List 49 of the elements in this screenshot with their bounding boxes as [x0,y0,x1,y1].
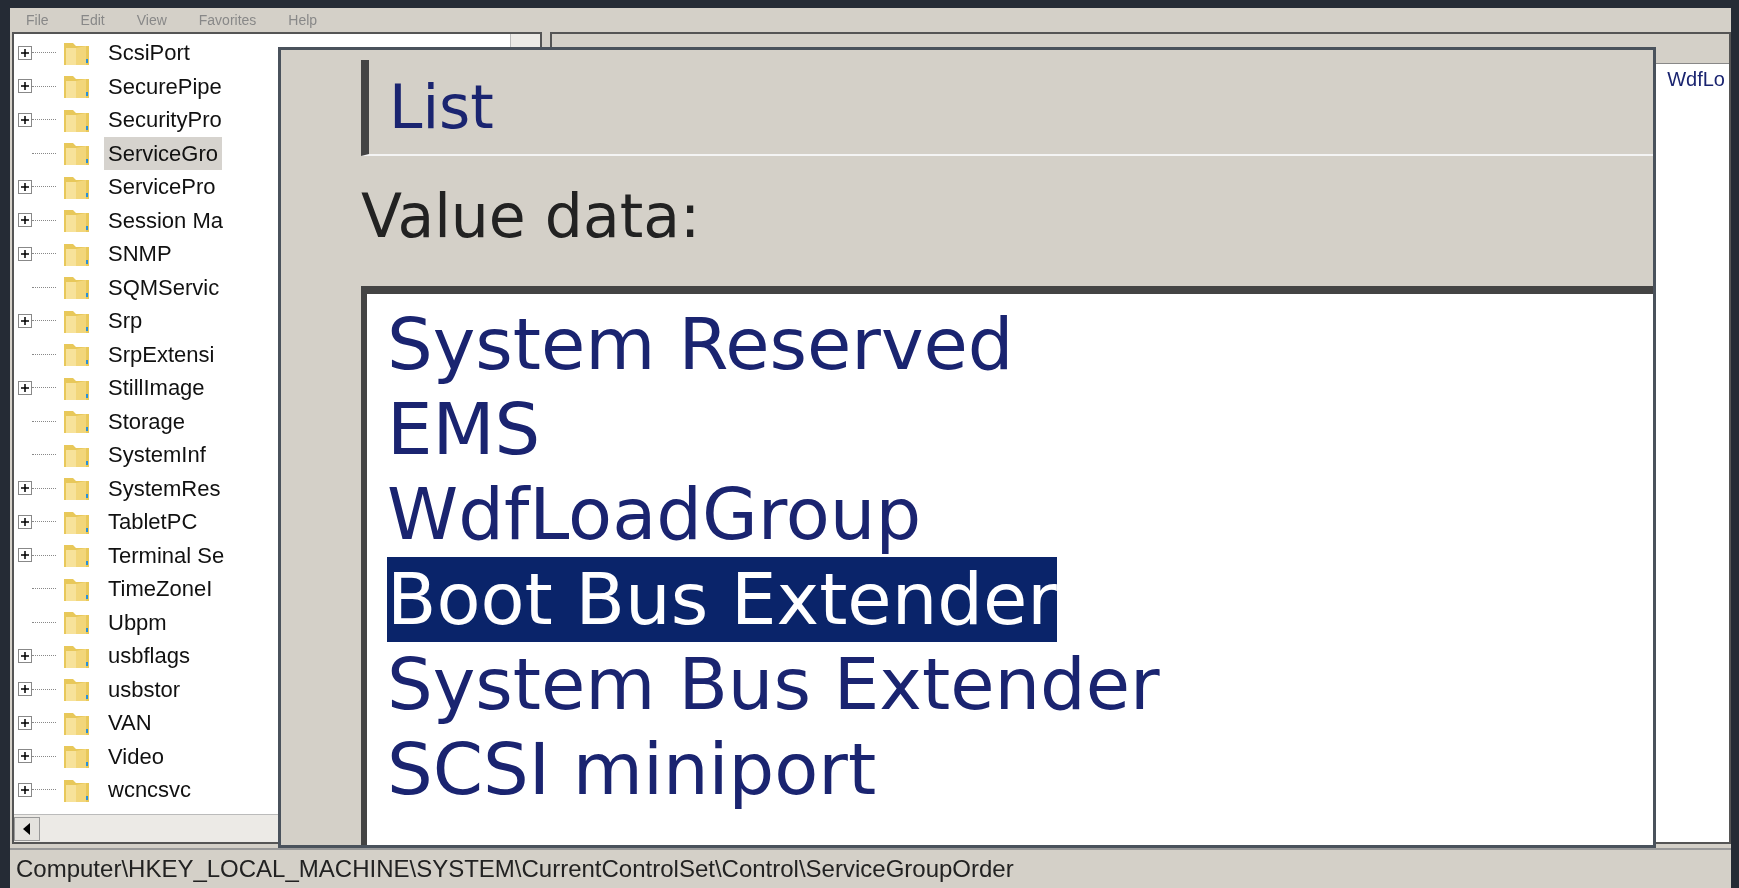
value-data-line: WdfLoadGroup [387,472,922,557]
expand-icon[interactable] [18,682,32,697]
tree-item-label: SecurePipe [107,72,223,101]
value-data-field[interactable]: System Reserved EMS WdfLoadGroup Boot Bus Extender System Bus Extender SCSI miniport [361,286,1653,845]
tree-item-label: Srp [107,307,144,336]
tree-item-label: Video [107,742,165,771]
tree-item-label: SQMServic [107,273,221,302]
expand-icon[interactable] [18,246,32,261]
expand-icon[interactable] [18,514,32,529]
value-data-line: System Reserved [387,302,1014,387]
tree-item-label: SNMP [107,240,173,269]
tree-item-label: ScsiPort [107,39,191,68]
value-data-line: System Bus Extender [387,642,1160,727]
tree-item-label: ServiceGro [104,136,223,170]
expand-icon[interactable] [18,715,32,730]
expand-icon[interactable] [18,481,32,496]
tree-item-label: Session Ma [107,206,224,235]
scroll-left-icon[interactable] [14,816,40,841]
tree-item-label: wcncsvc [107,776,193,805]
expand-icon[interactable] [18,79,32,94]
table-cell-text: WdfLo [1667,67,1725,92]
tree-item-label: ServicePro [107,173,217,202]
expand-icon[interactable] [18,45,32,60]
tree-item-label: SecurityPro [107,106,223,135]
tree-item-label: TimeZoneI [107,575,214,604]
value-name-field[interactable]: List [361,60,1653,156]
tree-item-label: Storage [107,407,187,436]
tree-item-label: VAN [107,709,153,738]
expand-icon[interactable] [18,749,32,764]
tree-item-label: SrpExtensi [107,340,216,369]
expand-icon[interactable] [18,782,32,797]
tree-item-label: TabletPC [107,508,199,537]
expand-icon[interactable] [18,179,32,194]
tree-item-label: SystemRes [107,474,222,503]
expand-icon[interactable] [18,313,32,328]
expand-icon[interactable] [18,380,32,395]
expand-icon[interactable] [18,648,32,663]
expand-icon[interactable] [18,112,32,127]
tree-item-label: Ubpm [107,608,168,637]
tree-item-label: StillImage [107,374,206,403]
value-data-line: SCSI miniport [387,727,877,812]
value-data-line: EMS [387,387,541,472]
status-path: Computer\HKEY_LOCAL_MACHINE\SYSTEM\CurrentControlSet\Control\ServiceGroupOrder [16,854,1014,884]
expand-icon[interactable] [18,548,32,563]
tree-item-label: usbstor [107,675,182,704]
tree-item-label: SystemInf [107,441,207,470]
tree-item-label: Terminal Se [107,541,226,570]
tree-item-label: usbflags [107,642,191,671]
expand-icon[interactable] [18,213,32,228]
